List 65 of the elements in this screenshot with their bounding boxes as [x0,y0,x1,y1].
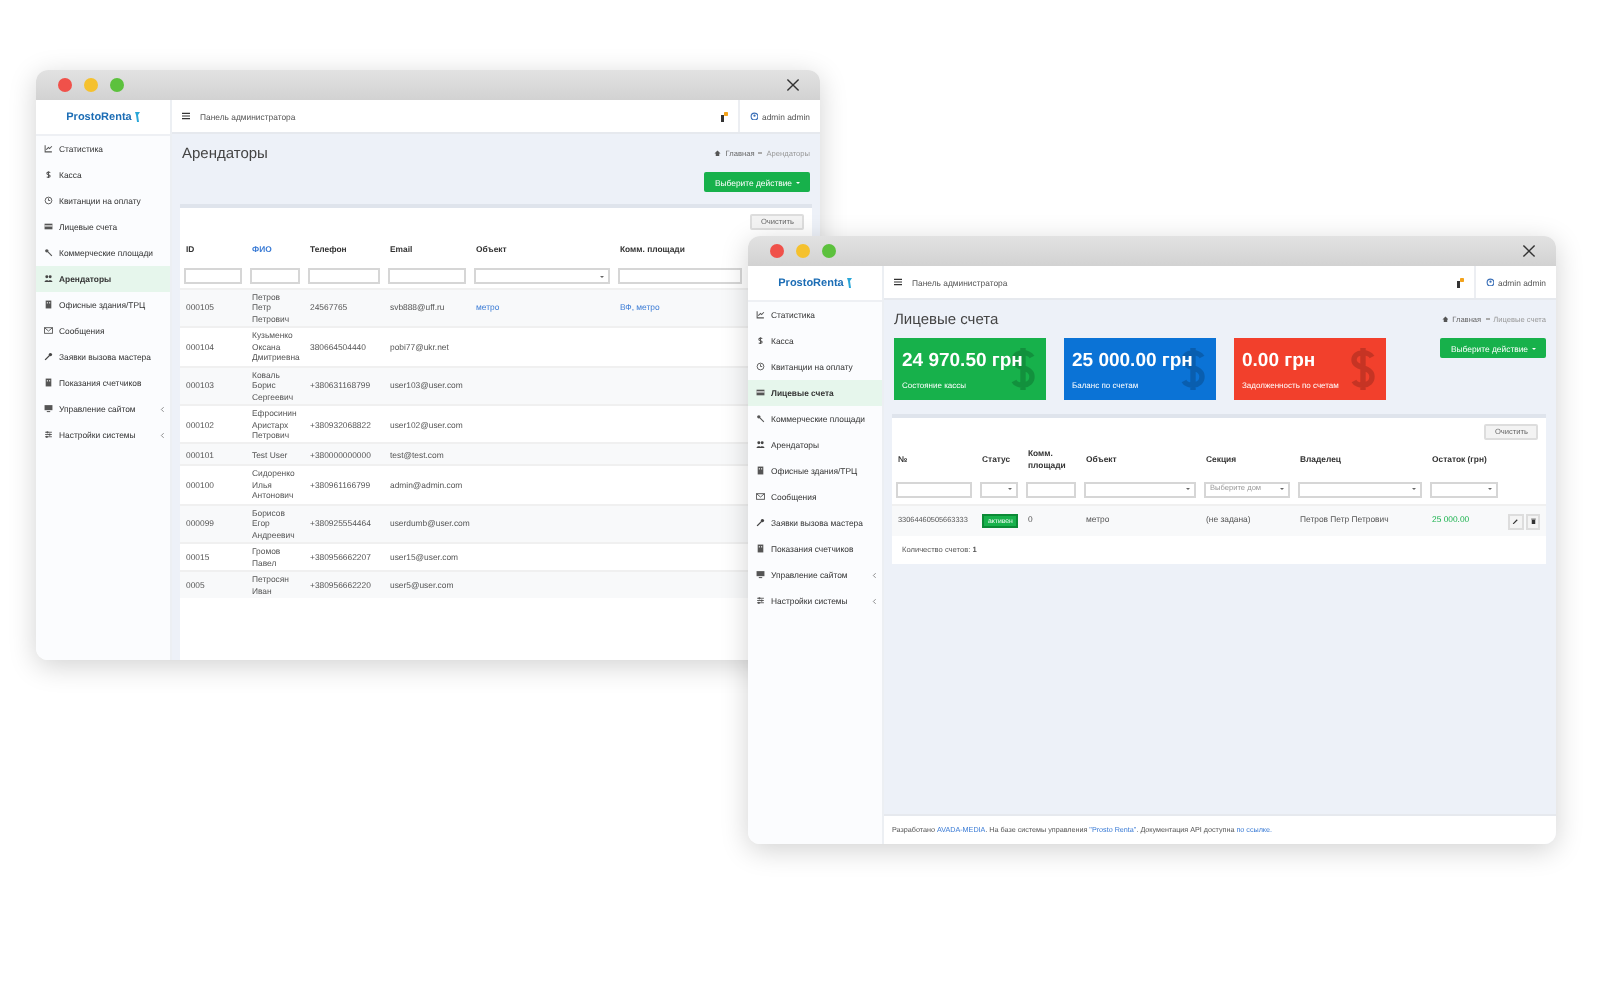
close-icon[interactable] [1522,244,1536,258]
home-icon [1441,315,1449,323]
user-icon[interactable] [749,111,759,121]
monitor-icon [756,570,765,580]
building-icon [756,544,765,554]
filter-field[interactable] [618,268,742,284]
stat-amount: 24 970.50 грн [902,349,1025,371]
user-icon[interactable] [1485,277,1495,287]
chevron-icon [159,431,164,439]
filter-field[interactable] [184,268,242,284]
card-icon [44,222,53,232]
chart-icon [44,144,53,154]
notification-icon[interactable] [1455,277,1464,287]
minimize-dot-icon[interactable] [84,78,98,92]
people-icon [756,440,765,450]
dollar-icon [756,336,765,346]
dollar-icon [44,170,53,180]
filter-field[interactable] [896,481,972,497]
notification-icon[interactable] [719,111,728,121]
wrench-icon [756,518,765,528]
envelope-icon [756,492,765,502]
filter-field[interactable] [250,268,300,284]
menu-icon[interactable] [182,112,190,120]
close-icon[interactable] [786,78,800,92]
close-dot-icon[interactable] [770,244,784,258]
clock-icon [44,196,53,206]
home-icon [714,149,722,157]
clock-icon [756,362,765,372]
minimize-dot-icon[interactable] [796,244,810,258]
chevron-icon [871,597,876,605]
filter-field[interactable] [1026,481,1076,497]
filter-select[interactable] [1084,481,1196,497]
flag-icon [133,110,140,124]
filter-select[interactable] [1430,481,1498,497]
sliders-icon [756,596,765,606]
chart-icon [756,310,765,320]
filter-field[interactable] [388,268,466,284]
stat-amount: 0.00 грн [1242,349,1318,371]
stat-amount: 25 000.00 грн [1072,349,1195,371]
envelope-icon [44,326,53,336]
building-icon [44,300,53,310]
close-dot-icon[interactable] [58,78,72,92]
building-icon [44,378,53,388]
people-icon [44,274,53,284]
maximize-dot-icon[interactable] [822,244,836,258]
flag-icon [845,276,852,290]
filter-select[interactable] [980,481,1018,497]
card-icon [756,388,765,398]
delete-button[interactable] [1525,513,1540,529]
filter-select[interactable] [474,268,610,284]
key-icon [756,414,765,424]
trash-icon [1529,517,1536,525]
wrench-icon [44,352,53,362]
sliders-icon [44,430,53,440]
building-icon [756,466,765,476]
filter-select[interactable] [1298,481,1422,497]
filter-field[interactable] [308,268,380,284]
maximize-dot-icon[interactable] [110,78,124,92]
dollar-icon [1348,344,1378,394]
chevron-icon [871,571,876,579]
chevron-icon [159,405,164,413]
pencil-icon [1512,517,1519,525]
key-icon [44,248,53,258]
menu-icon[interactable] [894,278,902,286]
monitor-icon [44,404,53,414]
